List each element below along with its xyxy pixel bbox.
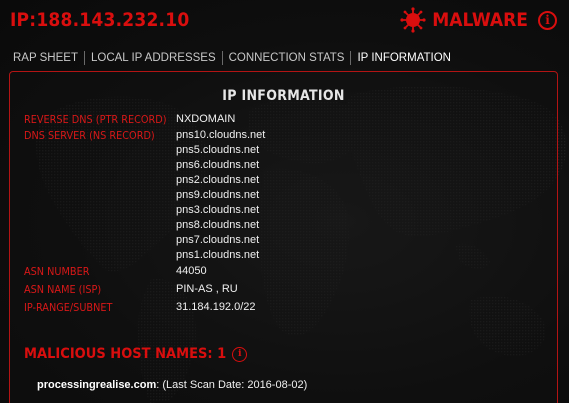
dns-server-item: pns10.cloudns.net xyxy=(176,129,266,141)
host-scan-detail: : (Last Scan Date: 2016-08-02) xyxy=(156,379,308,391)
asn-number-label: ASN NUMBER xyxy=(24,265,90,278)
dns-server-item: pns3.cloudns.net xyxy=(176,204,260,216)
dns-server-item: pns9.cloudns.net xyxy=(176,189,260,201)
tab-ip-information[interactable]: IP INFORMATION xyxy=(350,51,457,65)
info-icon[interactable]: i xyxy=(232,346,248,362)
asn-number-value: 44050 xyxy=(176,265,207,277)
dns-server-item: pns7.cloudns.net xyxy=(176,234,260,246)
ip-information-panel: IP INFORMATION REVERSE DNS (PTR RECORD) … xyxy=(9,71,558,403)
virus-icon xyxy=(400,7,426,33)
tab-local-ip-addresses[interactable]: LOCAL IP ADDRESSES xyxy=(83,51,222,65)
malicious-hosts-title: MALICIOUS HOST NAMES: 1 xyxy=(24,346,227,362)
dns-server-item: pns8.cloudns.net xyxy=(176,219,260,231)
dns-server-item: pns2.cloudns.net xyxy=(176,174,260,186)
reverse-dns-label: REVERSE DNS (PTR RECORD) xyxy=(24,113,167,126)
list-item: processingrealise.com: (Last Scan Date: … xyxy=(37,379,307,391)
dns-server-item: pns5.cloudns.net xyxy=(176,144,260,156)
tab-bar: RAP SHEET LOCAL IP ADDRESSES CONNECTION … xyxy=(13,50,457,66)
ip-range-label: IP-RANGE/SUBNET xyxy=(24,301,113,314)
info-icon[interactable]: i xyxy=(538,10,557,30)
dns-server-item: pns6.cloudns.net xyxy=(176,159,260,171)
threat-label: MALWARE xyxy=(432,9,528,31)
ip-title: IP:188.143.232.10 xyxy=(10,9,190,31)
page: IP:188.143.232.10 MALWARE i RAP SHEET LO… xyxy=(0,0,569,403)
threat-indicator: MALWARE i xyxy=(400,7,557,33)
dns-server-label: DNS SERVER (NS RECORD) xyxy=(24,129,155,142)
dns-server-item: pns1.cloudns.net xyxy=(176,249,260,261)
asn-name-value: PIN-AS , RU xyxy=(176,283,238,295)
ip-range-value: 31.184.192.0/22 xyxy=(176,301,256,313)
panel-title: IP INFORMATION xyxy=(222,88,345,104)
reverse-dns-value: NXDOMAIN xyxy=(176,113,236,125)
tab-rap-sheet[interactable]: RAP SHEET xyxy=(13,51,84,65)
host-name-link[interactable]: processingrealise.com xyxy=(37,379,156,391)
asn-name-label: ASN NAME (ISP) xyxy=(24,283,102,296)
header: IP:188.143.232.10 MALWARE i xyxy=(0,0,569,40)
malicious-hosts-heading: MALICIOUS HOST NAMES: 1 i xyxy=(24,346,248,362)
dns-server-list: pns10.cloudns.net pns5.cloudns.net pns6.… xyxy=(176,129,265,264)
tab-connection-stats[interactable]: CONNECTION STATS xyxy=(221,51,351,65)
